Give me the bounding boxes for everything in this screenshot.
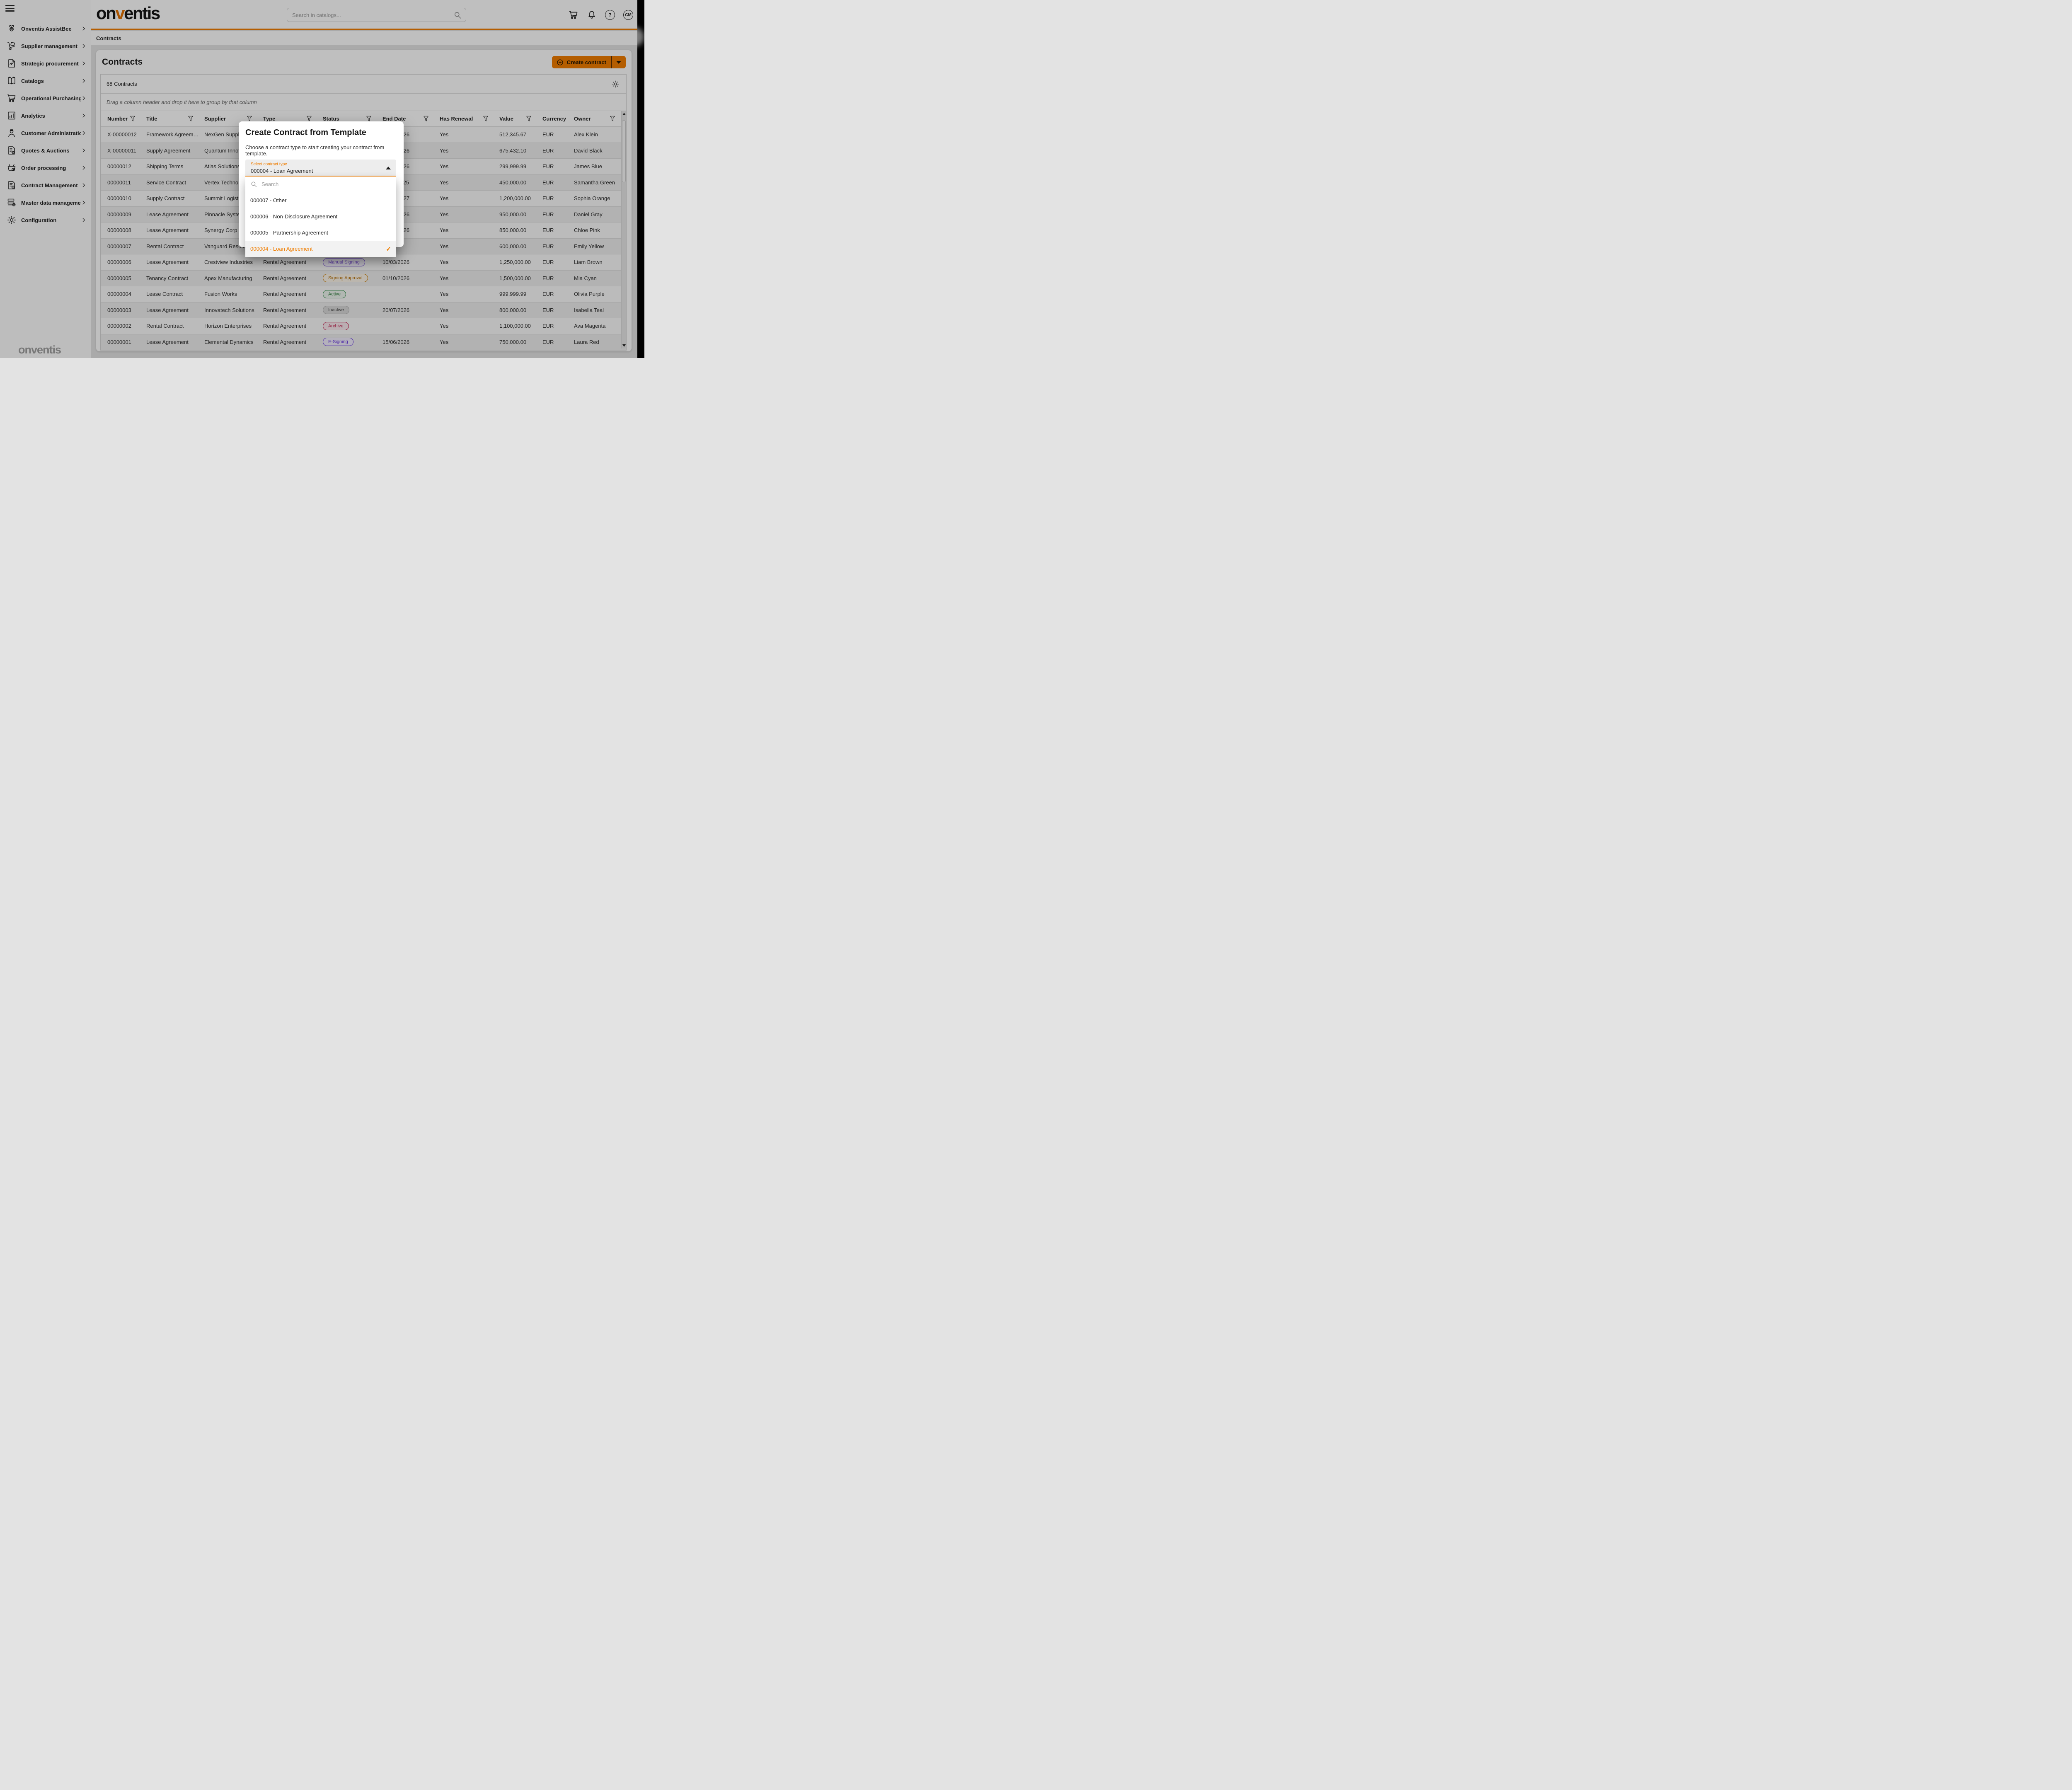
contract-type-dropdown: 000007 - Other 000006 - Non-Disclosure A…	[245, 177, 396, 257]
option-label: 000004 - Loan Agreement	[250, 246, 312, 252]
search-icon	[250, 181, 257, 188]
dropdown-option[interactable]: 000005 - Partnership Agreement	[245, 225, 396, 241]
select-value: 000004 - Loan Agreement	[251, 168, 313, 174]
option-label: 000006 - Non-Disclosure Agreement	[250, 213, 337, 220]
option-label: 000007 - Other	[250, 197, 286, 203]
dropdown-option[interactable]: 000004 - Loan Agreement ✓	[245, 241, 396, 257]
dropdown-option[interactable]: 000007 - Other	[245, 192, 396, 208]
screen-edge-strip	[637, 0, 644, 358]
floating-widget-blob	[637, 27, 644, 46]
select-label: Select contract type	[251, 162, 287, 167]
caret-up-icon	[386, 167, 391, 169]
dropdown-options: 000007 - Other 000006 - Non-Disclosure A…	[245, 192, 396, 257]
dropdown-option[interactable]: 000006 - Non-Disclosure Agreement	[245, 208, 396, 225]
contract-type-select[interactable]: Select contract type 000004 - Loan Agree…	[245, 160, 396, 177]
modal-subtitle: Choose a contract type to start creating…	[245, 144, 399, 157]
dropdown-search	[245, 177, 396, 192]
check-icon: ✓	[386, 245, 391, 253]
option-label: 000005 - Partnership Agreement	[250, 230, 328, 236]
dropdown-search-input[interactable]	[257, 181, 396, 187]
modal-title: Create Contract from Template	[245, 128, 366, 138]
